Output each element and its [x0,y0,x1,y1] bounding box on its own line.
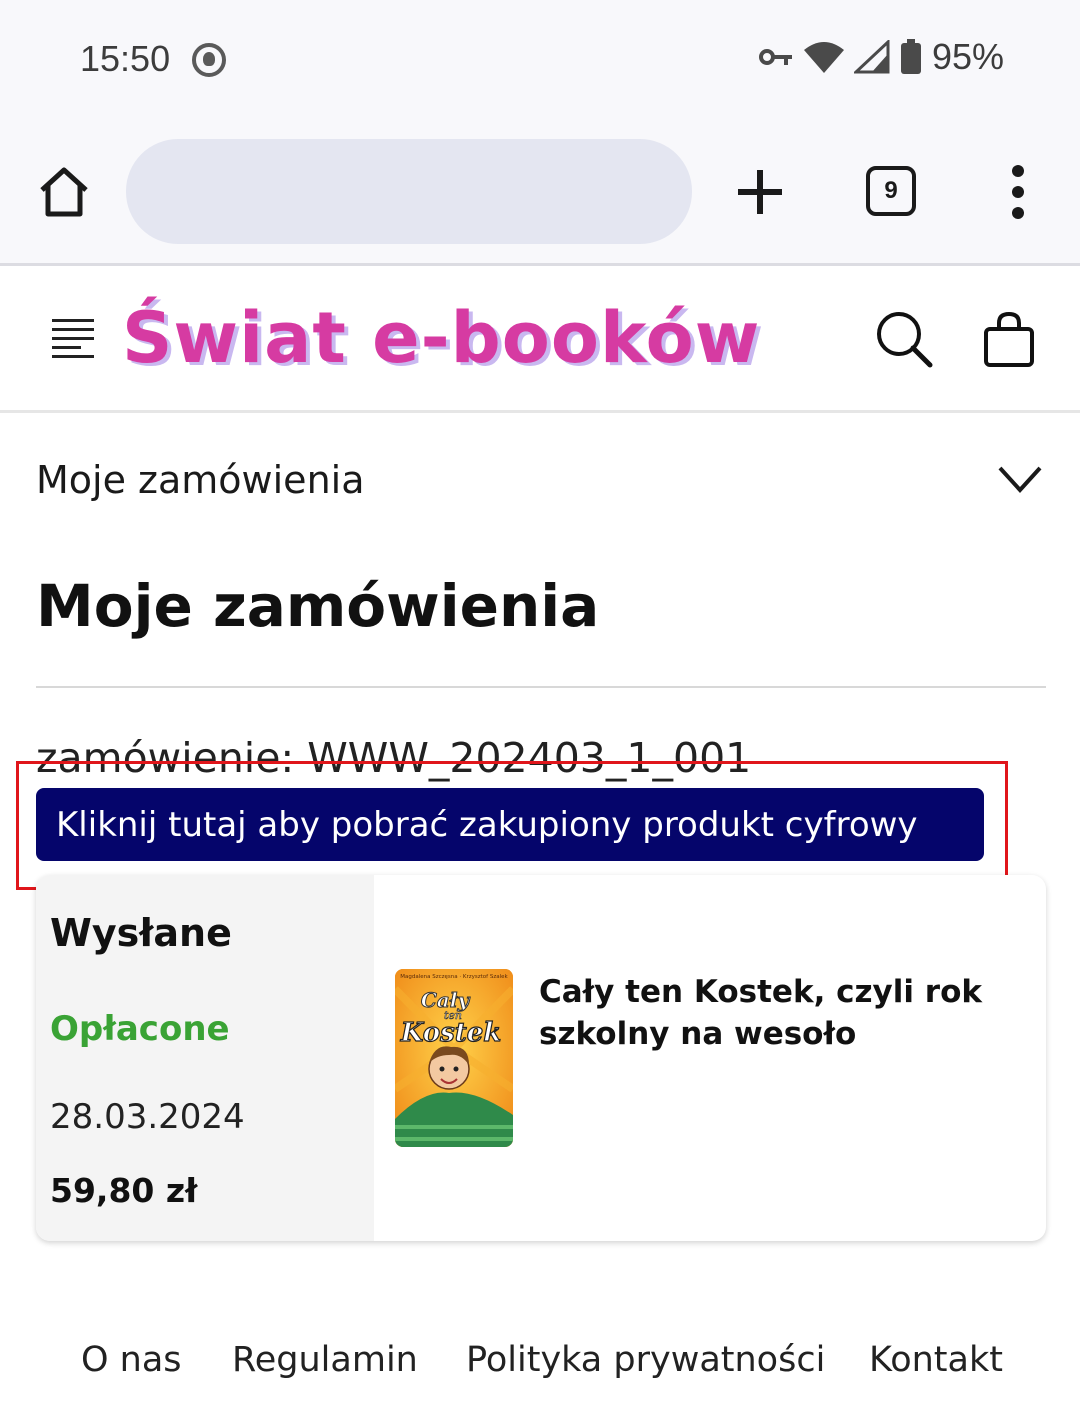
url-bar[interactable] [126,139,692,244]
cover-title-3: Kostek [400,1018,502,1048]
battery-percentage: 95% [931,36,1004,77]
wifi-icon [803,42,844,73]
download-digital-product-button[interactable]: Kliknij tutaj aby pobrać zakupiony produ… [36,788,984,861]
payment-status: Opłacone [50,1009,230,1049]
tab-count: 9 [884,177,898,204]
footer-link-contact[interactable]: Kontakt [869,1340,1003,1380]
status-bar: 15:50 95% [0,0,1080,120]
book-cover-image[interactable]: Magdalena Szczęsna · Krzysztof Szalek Ca… [395,969,513,1147]
order-number: zamówienie: WWW_202403_1_001 [36,734,752,782]
product-title[interactable]: Cały ten Kostek, czyli rok szkolny na we… [539,971,1009,1055]
divider [36,686,1046,688]
shopping-bag-icon[interactable] [982,311,1036,367]
account-menu-label: Moje zamówienia [36,458,365,502]
battery-icon [900,39,921,74]
footer-links: O nas Regulamin Polityka prywatności Kon… [0,1340,1080,1390]
order-summary: Wysłane Opłacone 28.03.2024 59,80 zł [36,875,374,1241]
footer-link-terms[interactable]: Regulamin [232,1340,418,1380]
order-date: 28.03.2024 [50,1097,245,1137]
page-title: Moje zamówienia [36,572,600,640]
app-notification-icon [192,43,226,77]
order-status: Wysłane [50,911,232,955]
more-vert-icon[interactable] [1000,164,1036,220]
account-menu-dropdown[interactable]: Moje zamówienia [36,440,1046,528]
footer-link-privacy[interactable]: Polityka prywatności [466,1340,825,1380]
site-logo[interactable]: Świat e-booków [122,297,760,379]
status-icons: 95% [758,36,1004,78]
plus-icon[interactable] [736,168,784,216]
footer-link-about[interactable]: O nas [81,1340,182,1380]
site-header: Świat e-booków [0,269,1080,413]
order-total: 59,80 zł [50,1171,198,1210]
signal-icon [853,40,890,74]
tabs-icon[interactable]: 9 [866,166,916,216]
chevron-down-icon [998,466,1042,493]
browser-toolbar: 9 [0,120,1080,266]
order-card: Wysłane Opłacone 28.03.2024 59,80 zł Mag… [36,875,1046,1241]
home-icon[interactable] [36,164,92,220]
cover-authors: Magdalena Szczęsna · Krzysztof Szalek [400,974,508,980]
status-time: 15:50 [80,38,171,79]
vpn-key-icon [758,49,792,65]
hamburger-menu-icon[interactable] [52,319,94,358]
search-icon[interactable] [874,309,934,369]
